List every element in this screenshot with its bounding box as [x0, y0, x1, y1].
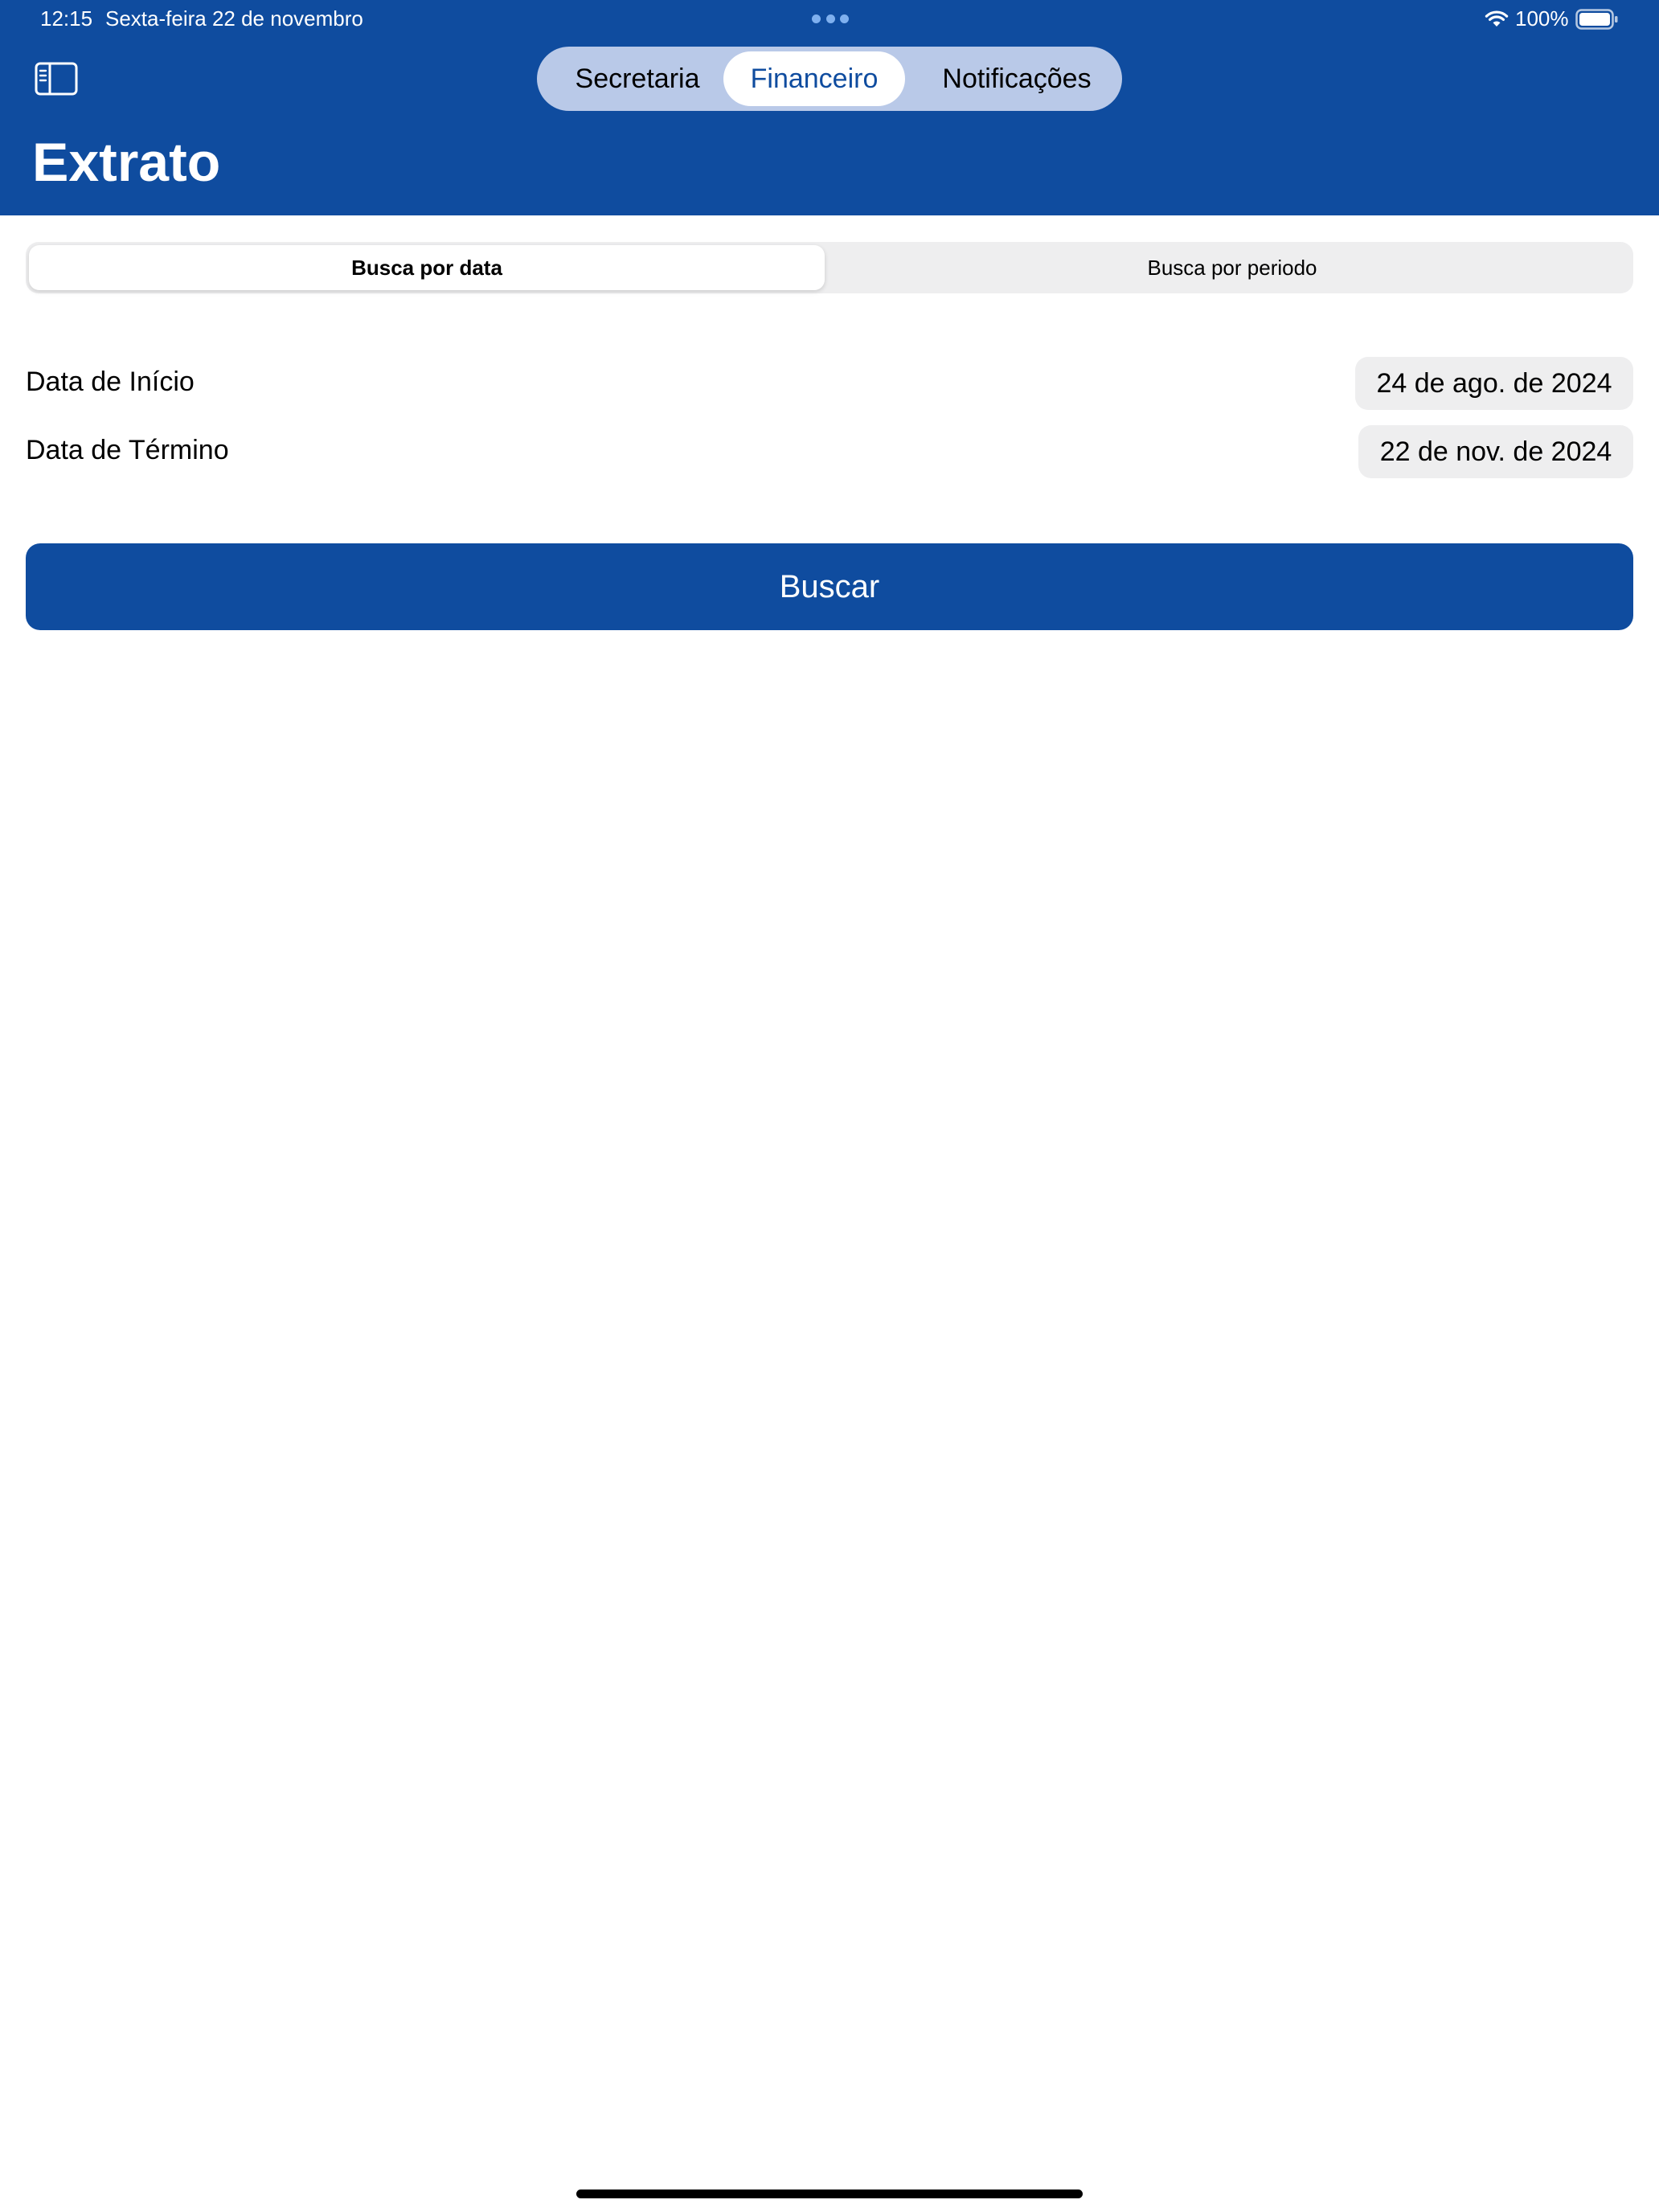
navigation-header: 12:15 Sexta-feira 22 de novembro 100% Se… [0, 0, 1659, 215]
battery-icon [1575, 9, 1618, 30]
segment-busca-por-data[interactable]: Busca por data [29, 245, 825, 290]
status-bar: 12:15 Sexta-feira 22 de novembro 100% [0, 0, 1659, 39]
end-date-picker[interactable]: 22 de nov. de 2024 [1358, 425, 1633, 478]
battery-percentage: 100% [1515, 6, 1569, 31]
end-date-label: Data de Término [26, 435, 229, 465]
tab-secretaria[interactable]: Secretaria [551, 51, 723, 106]
status-date: Sexta-feira 22 de novembro [105, 6, 363, 31]
sidebar-toggle-icon[interactable] [34, 61, 79, 96]
search-button[interactable]: Buscar [26, 543, 1633, 630]
start-date-picker[interactable]: 24 de ago. de 2024 [1355, 357, 1633, 410]
wifi-icon [1485, 10, 1509, 27]
status-time: 12:15 [40, 6, 93, 31]
home-indicator[interactable] [576, 2189, 1083, 2198]
start-date-label: Data de Início [26, 367, 195, 397]
page-title: Extrato [32, 132, 221, 193]
top-tab-bar: Secretaria Financeiro Notificações [537, 47, 1122, 111]
search-mode-segmented-control: Busca por data Busca por periodo [26, 242, 1633, 293]
tab-notificacoes[interactable]: Notificações [923, 51, 1111, 106]
segment-busca-por-periodo[interactable]: Busca por periodo [834, 245, 1630, 290]
multitasking-dots-icon[interactable] [812, 14, 849, 24]
tab-financeiro[interactable]: Financeiro [723, 51, 905, 106]
